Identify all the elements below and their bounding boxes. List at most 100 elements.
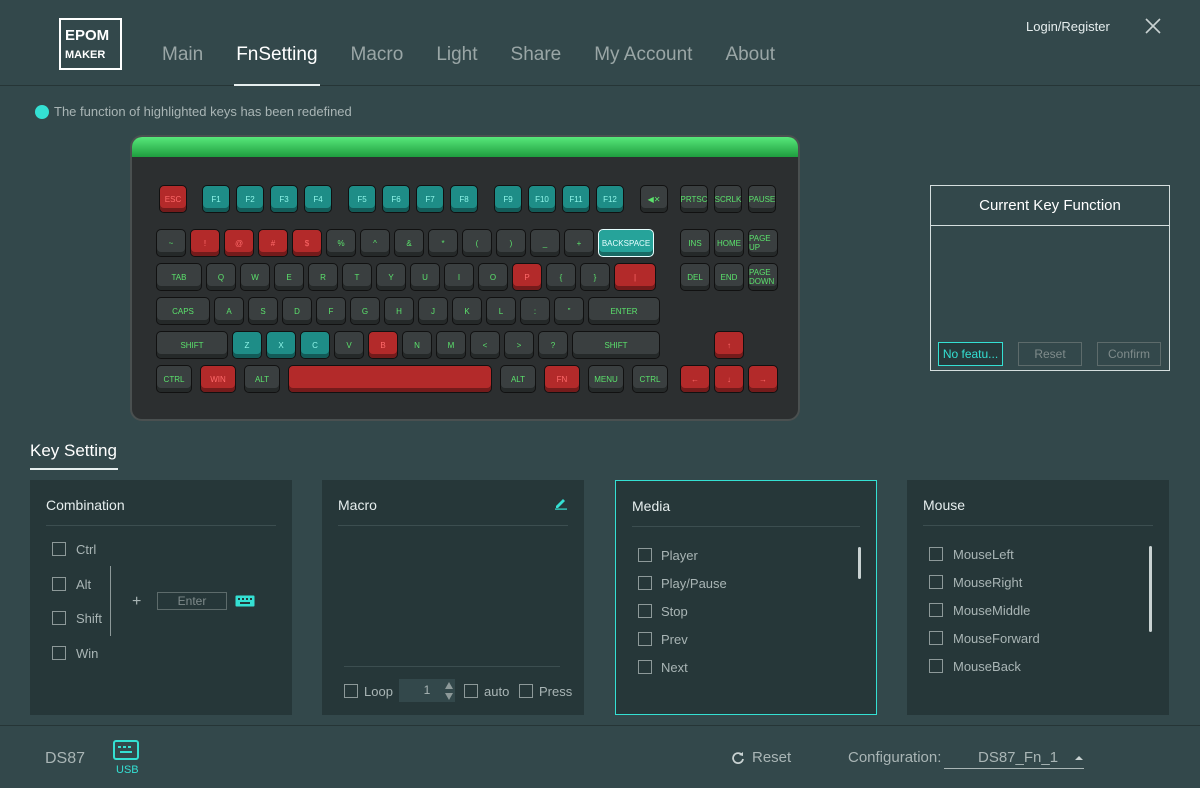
key-r3-10[interactable]: ? bbox=[538, 331, 568, 359]
key-[interactable]: ◀✕ bbox=[640, 185, 668, 213]
key-arrow-0[interactable]: ↑ bbox=[714, 331, 744, 359]
key-nav-2[interactable]: PAGE UP bbox=[748, 229, 778, 257]
key-r0-6[interactable]: ^ bbox=[360, 229, 390, 257]
key-r0-4[interactable]: $ bbox=[292, 229, 322, 257]
mouseright-checkbox[interactable] bbox=[929, 575, 943, 589]
key-r1-3[interactable]: E bbox=[274, 263, 304, 291]
key-f2[interactable]: F2 bbox=[236, 185, 264, 213]
key-r2-2[interactable]: S bbox=[248, 297, 278, 325]
key-f6[interactable]: F6 bbox=[382, 185, 410, 213]
player-checkbox[interactable] bbox=[638, 548, 652, 562]
key-r2-12[interactable]: ENTER bbox=[588, 297, 660, 325]
key-r1-9[interactable]: O bbox=[478, 263, 508, 291]
keyboard-icon[interactable] bbox=[235, 595, 255, 607]
play-pause-checkbox[interactable] bbox=[638, 576, 652, 590]
key-r2-7[interactable]: J bbox=[418, 297, 448, 325]
key-f3[interactable]: F3 bbox=[270, 185, 298, 213]
key-r1-7[interactable]: U bbox=[410, 263, 440, 291]
key-esc[interactable]: ESC bbox=[159, 185, 187, 213]
tab-my-account[interactable]: My Account bbox=[594, 44, 692, 86]
stop-checkbox[interactable] bbox=[638, 604, 652, 618]
mouseleft-checkbox[interactable] bbox=[929, 547, 943, 561]
loop-checkbox[interactable] bbox=[344, 684, 358, 698]
tab-main[interactable]: Main bbox=[162, 44, 203, 86]
close-icon[interactable] bbox=[1144, 17, 1162, 35]
key-r1-1[interactable]: Q bbox=[206, 263, 236, 291]
key-r3-7[interactable]: M bbox=[436, 331, 466, 359]
key-r3-11[interactable]: SHIFT bbox=[572, 331, 660, 359]
key-r3-4[interactable]: V bbox=[334, 331, 364, 359]
key-r0-12[interactable]: + bbox=[564, 229, 594, 257]
prev-checkbox[interactable] bbox=[638, 632, 652, 646]
key-r3-6[interactable]: N bbox=[402, 331, 432, 359]
key-r2-0[interactable]: CAPS bbox=[156, 297, 210, 325]
key-r2-11[interactable]: " bbox=[554, 297, 584, 325]
key-r2-9[interactable]: L bbox=[486, 297, 516, 325]
shift-checkbox[interactable] bbox=[52, 611, 66, 625]
key-f5[interactable]: F5 bbox=[348, 185, 376, 213]
key-r0-13[interactable]: BACKSPACE bbox=[598, 229, 654, 257]
key-f9[interactable]: F9 bbox=[494, 185, 522, 213]
key-r0-9[interactable]: ( bbox=[462, 229, 492, 257]
login-register-link[interactable]: Login/Register bbox=[1026, 19, 1110, 34]
tab-fnsetting[interactable]: FnSetting bbox=[234, 44, 320, 86]
key-r3-9[interactable]: > bbox=[504, 331, 534, 359]
key-f10[interactable]: F10 bbox=[528, 185, 556, 213]
key-nav-4[interactable]: END bbox=[714, 263, 744, 291]
current-function-button[interactable]: No featu... bbox=[938, 342, 1003, 366]
reset-button[interactable]: Reset bbox=[731, 749, 791, 766]
alt-checkbox[interactable] bbox=[52, 577, 66, 591]
mouseforward-checkbox[interactable] bbox=[929, 631, 943, 645]
key-r1-4[interactable]: R bbox=[308, 263, 338, 291]
key-r1-0[interactable]: TAB bbox=[156, 263, 202, 291]
current-key-confirm-button[interactable]: Confirm bbox=[1097, 342, 1161, 366]
key-r3-0[interactable]: SHIFT bbox=[156, 331, 228, 359]
key-nav-1[interactable]: HOME bbox=[714, 229, 744, 257]
key-r2-3[interactable]: D bbox=[282, 297, 312, 325]
key-f1[interactable]: F1 bbox=[202, 185, 230, 213]
key-pause[interactable]: PAUSE bbox=[748, 185, 776, 213]
key-r2-4[interactable]: F bbox=[316, 297, 346, 325]
key-nav-0[interactable]: INS bbox=[680, 229, 710, 257]
key-r1-8[interactable]: I bbox=[444, 263, 474, 291]
key-arrow-1[interactable]: ← bbox=[680, 365, 710, 393]
key-r0-11[interactable]: _ bbox=[530, 229, 560, 257]
stepper-icon[interactable] bbox=[444, 680, 454, 702]
key-prtsc[interactable]: PRTSC bbox=[680, 185, 708, 213]
edit-icon[interactable] bbox=[554, 496, 568, 510]
auto-checkbox[interactable] bbox=[464, 684, 478, 698]
key-r0-5[interactable]: % bbox=[326, 229, 356, 257]
key-r1-6[interactable]: Y bbox=[376, 263, 406, 291]
key-r4-0[interactable]: CTRL bbox=[156, 365, 192, 393]
current-key-reset-button[interactable]: Reset bbox=[1018, 342, 1082, 366]
key-r1-2[interactable]: W bbox=[240, 263, 270, 291]
key-r0-2[interactable]: @ bbox=[224, 229, 254, 257]
tab-macro[interactable]: Macro bbox=[351, 44, 404, 86]
key-r4-5[interactable]: FN bbox=[544, 365, 580, 393]
key-r0-8[interactable]: * bbox=[428, 229, 458, 257]
key-arrow-3[interactable]: → bbox=[748, 365, 778, 393]
mousemiddle-checkbox[interactable] bbox=[929, 603, 943, 617]
key-r4-1[interactable]: WIN bbox=[200, 365, 236, 393]
key-r1-11[interactable]: { bbox=[546, 263, 576, 291]
key-r2-6[interactable]: H bbox=[384, 297, 414, 325]
press-checkbox[interactable] bbox=[519, 684, 533, 698]
key-r3-5[interactable]: B bbox=[368, 331, 398, 359]
key-nav-3[interactable]: DEL bbox=[680, 263, 710, 291]
key-r4-2[interactable]: ALT bbox=[244, 365, 280, 393]
key-r2-8[interactable]: K bbox=[452, 297, 482, 325]
key-r2-1[interactable]: A bbox=[214, 297, 244, 325]
key-r4-4[interactable]: ALT bbox=[500, 365, 536, 393]
key-input[interactable]: Enter bbox=[157, 592, 227, 610]
key-r1-12[interactable]: } bbox=[580, 263, 610, 291]
media-scrollbar[interactable] bbox=[858, 547, 861, 579]
key-f4[interactable]: F4 bbox=[304, 185, 332, 213]
key-r2-5[interactable]: G bbox=[350, 297, 380, 325]
key-r0-3[interactable]: # bbox=[258, 229, 288, 257]
key-r3-8[interactable]: < bbox=[470, 331, 500, 359]
key-r1-10[interactable]: P bbox=[512, 263, 542, 291]
key-f7[interactable]: F7 bbox=[416, 185, 444, 213]
key-r0-0[interactable]: ~ bbox=[156, 229, 186, 257]
key-r0-10[interactable]: ) bbox=[496, 229, 526, 257]
mouse-scrollbar[interactable] bbox=[1149, 546, 1152, 632]
